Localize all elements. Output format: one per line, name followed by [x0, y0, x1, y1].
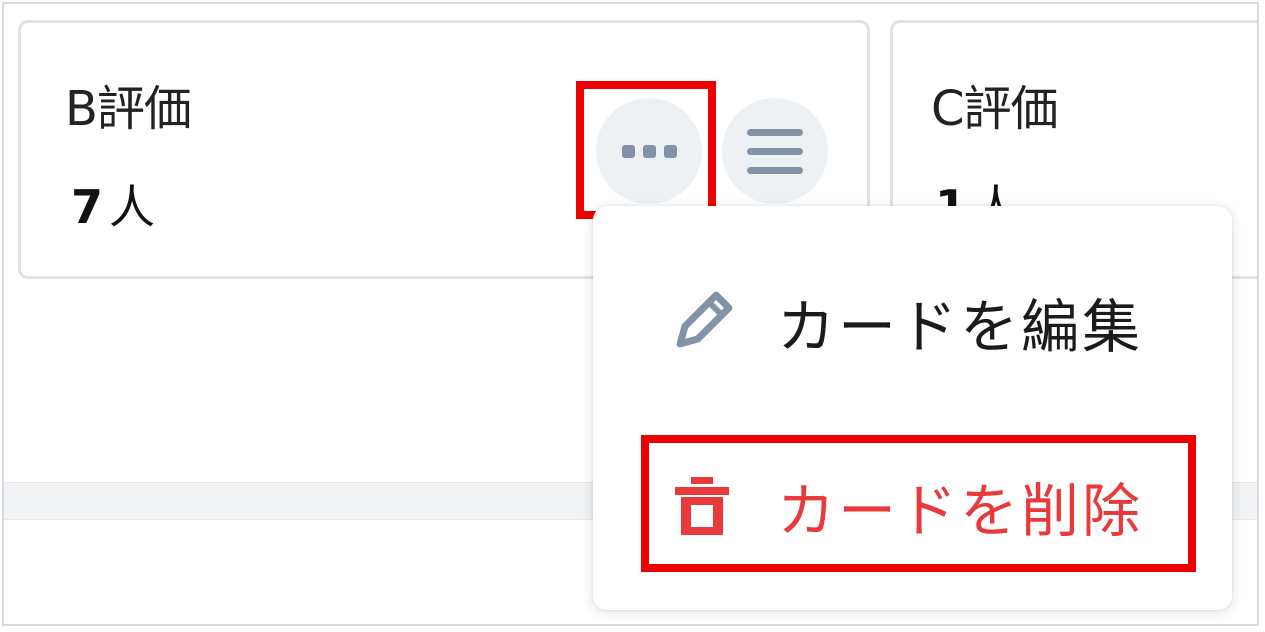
count-unit: 人 — [109, 180, 156, 234]
trash-icon — [667, 471, 737, 541]
menu-item-label: カードを編集 — [777, 293, 1144, 361]
screenshot-frame: B評価 7人 C評価 1人 — [2, 2, 1259, 626]
card-context-menu: カードを編集 カードを削除 — [593, 206, 1232, 610]
menu-item-delete-card[interactable]: カードを削除 — [593, 446, 1232, 566]
card-title: C評価 — [931, 81, 1059, 137]
menu-lines-icon — [747, 128, 803, 174]
card-count: 7人 — [71, 171, 155, 237]
menu-item-edit-card[interactable]: カードを編集 — [593, 262, 1232, 382]
card-title: B評価 — [65, 81, 192, 137]
pencil-icon — [667, 287, 737, 357]
count-value: 7 — [71, 180, 104, 234]
menu-item-label: カードを削除 — [777, 477, 1144, 545]
drag-handle-button[interactable] — [722, 98, 828, 204]
more-horizontal-icon — [621, 144, 677, 158]
more-options-button[interactable] — [596, 98, 702, 204]
